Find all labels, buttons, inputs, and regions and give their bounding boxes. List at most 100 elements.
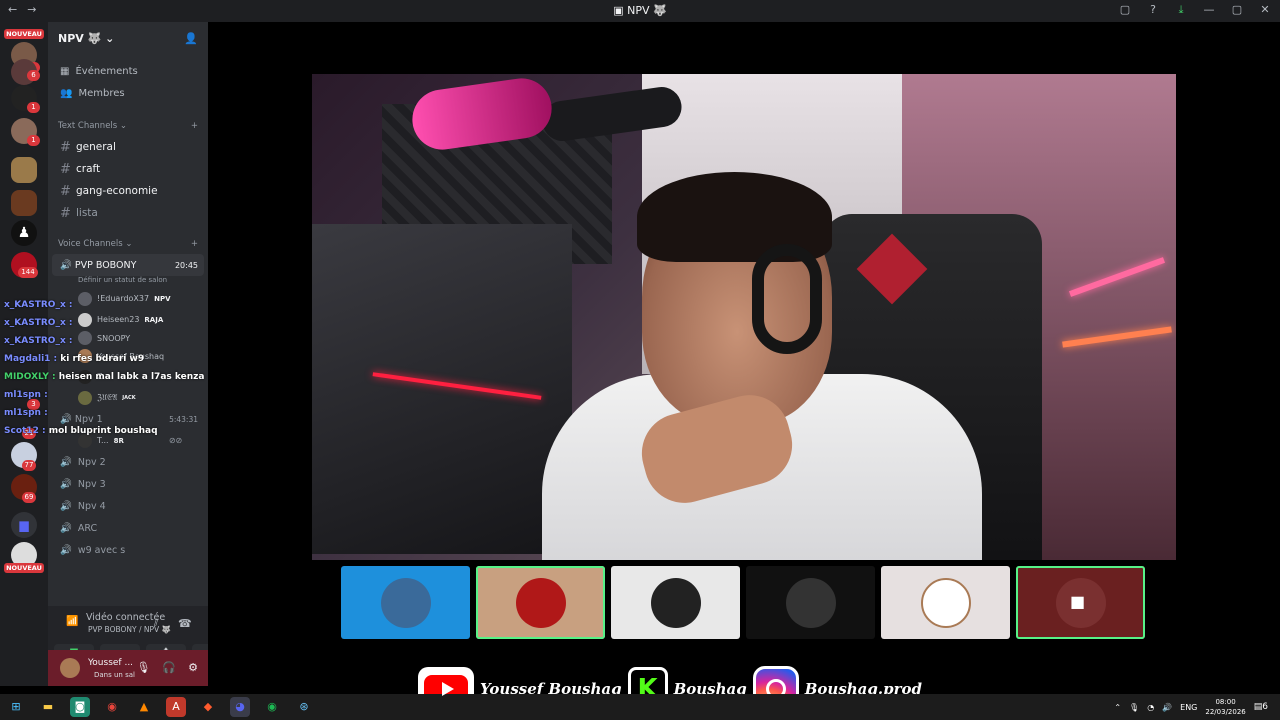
window-title-text: NPV [627, 4, 650, 17]
chat-line: x_KASTRO_x : [4, 296, 204, 314]
voice-location-text: PVP BOBONY / NPV [88, 625, 160, 634]
app-icon[interactable]: ◙ [70, 697, 90, 717]
voice-channel-npv-3[interactable]: 🔊 Npv 3 [48, 473, 208, 495]
vlc-icon[interactable]: ▲ [134, 697, 154, 717]
voice-channel-npv-4[interactable]: 🔊 Npv 4 [48, 495, 208, 517]
members-link[interactable]: 👥 Membres [48, 82, 208, 104]
window-controls: ▢ ? ⤓ — ▢ ✕ [1118, 3, 1272, 17]
window-title: ▣ NPV 🐺 [613, 4, 667, 17]
voice-channel-w9[interactable]: 🔊 w9 avec s [48, 539, 208, 561]
unread-badge: 6 [27, 70, 40, 81]
disconnect-icon[interactable]: ☎ [178, 617, 192, 630]
set-channel-status[interactable]: Définir un statut de salon [48, 276, 208, 288]
help-icon[interactable]: ? [1146, 3, 1160, 17]
brave-icon[interactable]: ◆ [198, 697, 218, 717]
folder-icon[interactable]: ▆ [11, 512, 37, 538]
spotify-icon[interactable]: ◉ [262, 697, 282, 717]
voice-channel-label: Npv 2 [77, 456, 106, 468]
category-label: Voice Channels [58, 239, 123, 249]
clock-time: 08:00 [1215, 698, 1236, 706]
chrome-icon[interactable]: ◉ [102, 697, 122, 717]
chat-line: MIDOXLY : heisen mal labk a l7as kenza [4, 368, 204, 386]
minimize-icon[interactable]: — [1202, 3, 1216, 17]
participant-tile[interactable] [476, 566, 605, 639]
chat-user: x_KASTRO_x : [4, 336, 73, 346]
voice-channel-npv-2[interactable]: 🔊 Npv 2 [48, 451, 208, 473]
settings-icon[interactable]: ⚙ [188, 661, 198, 674]
voice-channel-pvp-bobony[interactable]: 🔊 PVP BOBONY 20:45 [52, 254, 204, 276]
participant-tile[interactable] [881, 566, 1010, 639]
members-label: Membres [78, 87, 125, 99]
server-name-text: NPV [58, 31, 84, 45]
channel-gang-economie[interactable]: # gang-economie [48, 180, 208, 202]
microphone-icon[interactable]: 🎙 [1129, 703, 1139, 712]
notifications-icon[interactable]: ▤6 [1254, 702, 1268, 712]
app-icon[interactable]: A [166, 697, 186, 717]
noise-suppression-icon[interactable]: ⫽ [154, 618, 158, 629]
user-status: Dans un sal [94, 671, 135, 679]
inbox-icon[interactable]: ▢ [1118, 3, 1132, 17]
voice-channel-label: ARC [77, 522, 98, 534]
file-explorer-icon[interactable]: ▬ [38, 697, 58, 717]
title-bar: ← → ▣ NPV 🐺 ▢ ? ⤓ — ▢ ✕ [0, 0, 1280, 22]
voice-timer: 20:45 [174, 260, 198, 270]
category-voice-channels[interactable]: Voice Channels ⌄ + [48, 234, 208, 254]
video-background [312, 224, 572, 554]
add-channel-icon[interactable]: + [191, 239, 198, 249]
voice-channel-arc[interactable]: 🔊 ARC [48, 517, 208, 539]
hash-icon: # [60, 161, 71, 177]
avatar [651, 578, 701, 628]
clock-date: 22/03/2026 [1205, 708, 1246, 716]
steam-icon[interactable]: ⊛ [294, 697, 314, 717]
chat-user: x_KASTRO_x : [4, 318, 73, 328]
main-video-stream[interactable] [312, 74, 1176, 560]
volume-icon[interactable]: 🔊 [1162, 703, 1172, 712]
maximize-icon[interactable]: ▢ [1230, 3, 1244, 17]
channel-craft[interactable]: # craft [48, 158, 208, 180]
participant-tile[interactable]: ■ [1016, 566, 1145, 639]
events-link[interactable]: ▦ Événements [48, 60, 208, 82]
chat-user: ml1spn : [4, 390, 48, 400]
close-icon[interactable]: ✕ [1258, 3, 1272, 17]
channel-label: craft [76, 163, 101, 175]
members-icon: 👥 [60, 87, 73, 99]
category-text-channels[interactable]: Text Channels ⌄ + [48, 116, 208, 136]
language-indicator[interactable]: ENG [1180, 703, 1197, 712]
hash-icon: # [60, 139, 71, 155]
server-header[interactable]: NPV 🐺 ⌄ 👤 [48, 22, 208, 54]
clock[interactable]: 08:00 22/03/2026 [1205, 697, 1245, 717]
camera-icon: ■ [1070, 592, 1086, 611]
server-icon[interactable]: ♟ [11, 220, 37, 246]
speaker-icon: 🔊 [60, 259, 72, 271]
participant-tile[interactable] [746, 566, 875, 639]
server-icon[interactable] [11, 157, 37, 183]
unread-badge: 1 [27, 135, 40, 146]
chat-line: x_KASTRO_x : [4, 314, 204, 332]
server-icon[interactable] [11, 190, 37, 216]
user-avatar[interactable] [60, 658, 80, 678]
add-channel-icon[interactable]: + [191, 121, 198, 131]
participant-tile[interactable] [341, 566, 470, 639]
network-icon[interactable]: ◔ [1147, 703, 1154, 712]
chat-message: mol bluprint boushaq [48, 426, 158, 436]
speaker-icon: 🔊 [60, 478, 72, 490]
chevron-up-icon[interactable]: ⌃ [1114, 703, 1121, 712]
chat-user: ml1spn : [4, 408, 48, 418]
microphone-icon[interactable]: 🎙 [136, 661, 150, 674]
download-icon[interactable]: ⤓ [1174, 3, 1188, 17]
speaker-icon: 🔊 [60, 522, 72, 534]
voice-channel-label: Npv 4 [77, 500, 106, 512]
headphones-icon[interactable]: 🎧 [162, 661, 176, 674]
unread-badge: 1 [27, 102, 40, 113]
channel-general[interactable]: # general [48, 136, 208, 158]
discord-icon[interactable]: ◕ [230, 697, 250, 717]
user-name[interactable]: Youssef ... [88, 658, 133, 668]
channel-lista[interactable]: # lista [48, 202, 208, 224]
participant-tile[interactable] [611, 566, 740, 639]
chat-line: Magdali1 : ki rfes bdrari w9 [4, 350, 204, 368]
chat-user: x_KASTRO_x : [4, 300, 73, 310]
windows-start-icon[interactable]: ⊞ [6, 697, 26, 717]
add-member-icon[interactable]: 👤 [184, 32, 198, 45]
channel-label: lista [76, 207, 98, 219]
speaker-icon: 🔊 [60, 456, 72, 468]
